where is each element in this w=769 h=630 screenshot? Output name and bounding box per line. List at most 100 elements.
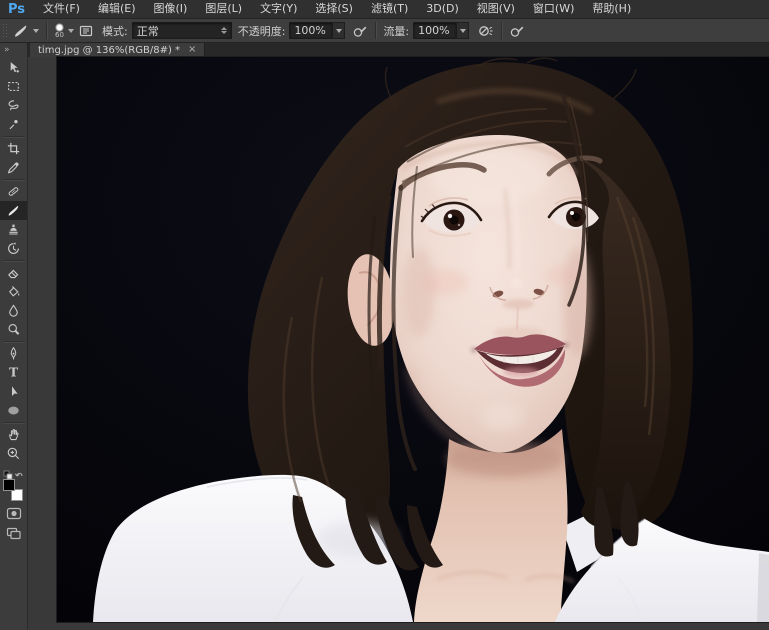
menu-item-0[interactable]: 文件(F) bbox=[34, 0, 89, 18]
dodge-tool[interactable] bbox=[0, 320, 27, 339]
chevron-down-icon bbox=[336, 29, 342, 33]
tool-group-divider bbox=[3, 260, 25, 261]
path-selection-tool[interactable] bbox=[0, 382, 27, 401]
tool-group-divider bbox=[3, 136, 25, 137]
default-colors-icon[interactable] bbox=[4, 471, 12, 479]
pressure-size-icon bbox=[509, 23, 525, 39]
foreground-color-chip[interactable] bbox=[3, 479, 15, 491]
screen-mode-button[interactable] bbox=[2, 525, 26, 541]
eraser-tool[interactable] bbox=[0, 263, 27, 282]
airbrush-icon bbox=[477, 23, 494, 39]
menu-bar: Ps 文件(F)编辑(E)图像(I)图层(L)文字(Y)选择(S)滤镜(T)3D… bbox=[0, 0, 769, 19]
tools-list: T bbox=[0, 58, 27, 463]
dodge-tool-icon bbox=[6, 322, 21, 337]
divider bbox=[501, 22, 502, 39]
menu-item-8[interactable]: 视图(V) bbox=[468, 0, 524, 18]
document-canvas[interactable] bbox=[57, 57, 769, 622]
spot-healing-brush-tool-icon bbox=[6, 184, 21, 199]
document-tab-title: timg.jpg @ 136%(RGB/8#) * bbox=[38, 45, 180, 56]
tool-group-divider bbox=[3, 179, 25, 180]
opacity-field[interactable]: 100% bbox=[289, 22, 333, 39]
blur-tool[interactable] bbox=[0, 301, 27, 320]
menu-item-3[interactable]: 图层(L) bbox=[196, 0, 251, 18]
flow-value: 100% bbox=[418, 24, 449, 37]
airbrush-button[interactable] bbox=[475, 20, 496, 42]
brush-preset-picker[interactable]: 60 bbox=[52, 20, 76, 42]
opacity-dropdown[interactable] bbox=[333, 22, 345, 39]
hand-tool[interactable] bbox=[0, 425, 27, 444]
divider bbox=[375, 22, 376, 39]
move-tool-icon bbox=[6, 60, 21, 75]
horizontal-type-tool[interactable]: T bbox=[0, 363, 27, 382]
spot-healing-brush-tool[interactable] bbox=[0, 182, 27, 201]
mode-label: 模式: bbox=[102, 23, 128, 39]
menu-item-1[interactable]: 编辑(E) bbox=[89, 0, 145, 18]
pressure-opacity-icon bbox=[352, 23, 368, 39]
tool-group-divider bbox=[3, 422, 25, 423]
history-brush-tool[interactable] bbox=[0, 239, 27, 258]
mode-value: 正常 bbox=[137, 23, 159, 39]
photoshop-window: Ps 文件(F)编辑(E)图像(I)图层(L)文字(Y)选择(S)滤镜(T)3D… bbox=[0, 0, 769, 630]
color-chips bbox=[3, 479, 25, 501]
menu-item-10[interactable]: 帮助(H) bbox=[583, 0, 640, 18]
tools-panel-collapse[interactable]: » bbox=[0, 43, 28, 57]
chevron-down-icon bbox=[68, 29, 74, 33]
flow-label: 流量: bbox=[383, 23, 409, 39]
paint-bucket-tool-icon bbox=[6, 284, 21, 299]
lasso-tool-icon bbox=[6, 98, 21, 113]
ellipse-shape-tool[interactable] bbox=[0, 401, 27, 420]
document-tab[interactable]: timg.jpg @ 136%(RGB/8#) * × bbox=[30, 43, 205, 57]
brush-tool-icon bbox=[6, 203, 21, 218]
brush-preset-thumbnail: 60 bbox=[54, 23, 65, 39]
menu-item-7[interactable]: 3D(D) bbox=[417, 0, 468, 18]
close-icon[interactable]: × bbox=[188, 45, 196, 55]
quick-mask-icon bbox=[6, 507, 22, 520]
paint-bucket-tool[interactable] bbox=[0, 282, 27, 301]
flow-field[interactable]: 100% bbox=[413, 22, 457, 39]
flow-dropdown[interactable] bbox=[457, 22, 469, 39]
horizontal-type-tool-icon: T bbox=[6, 365, 21, 380]
pressure-size-button[interactable] bbox=[507, 20, 527, 42]
quick-mask-button[interactable] bbox=[2, 505, 26, 521]
brush-tool-icon bbox=[12, 23, 30, 39]
hand-tool-icon bbox=[6, 427, 21, 442]
zoom-tool[interactable] bbox=[0, 444, 27, 463]
clone-stamp-tool-icon bbox=[6, 222, 21, 237]
brush-size-value: 60 bbox=[55, 32, 64, 39]
toggle-brush-panel-button[interactable] bbox=[76, 20, 96, 42]
menu-items: 文件(F)编辑(E)图像(I)图层(L)文字(Y)选择(S)滤镜(T)3D(D)… bbox=[34, 0, 640, 18]
menu-item-5[interactable]: 选择(S) bbox=[306, 0, 362, 18]
menu-item-6[interactable]: 滤镜(T) bbox=[362, 0, 417, 18]
crop-tool[interactable] bbox=[0, 139, 27, 158]
chevron-down-icon bbox=[460, 29, 466, 33]
magic-wand-tool[interactable] bbox=[0, 115, 27, 134]
clone-stamp-tool[interactable] bbox=[0, 220, 27, 239]
zoom-tool-icon bbox=[6, 446, 21, 461]
blur-tool-icon bbox=[6, 303, 21, 318]
pasteboard bbox=[28, 57, 769, 630]
swap-colors-icon[interactable] bbox=[15, 473, 22, 476]
eyedropper-tool[interactable] bbox=[0, 158, 27, 177]
workspace: T bbox=[0, 57, 769, 630]
tools-panel: T bbox=[0, 57, 28, 630]
divider bbox=[46, 22, 47, 39]
menu-item-2[interactable]: 图像(I) bbox=[145, 0, 197, 18]
options-bar: 60 模式: 正常 不透明度: 100% 流量: 100% bbox=[0, 19, 769, 43]
mode-select[interactable]: 正常 bbox=[132, 22, 232, 39]
screen-mode-icon bbox=[6, 527, 22, 540]
eraser-tool-icon bbox=[6, 265, 21, 280]
rectangular-marquee-tool[interactable] bbox=[0, 77, 27, 96]
lasso-tool[interactable] bbox=[0, 96, 27, 115]
pen-tool[interactable] bbox=[0, 344, 27, 363]
menu-item-4[interactable]: 文字(Y) bbox=[251, 0, 306, 18]
rectangular-marquee-tool-icon bbox=[6, 79, 21, 94]
panel-grip bbox=[2, 23, 7, 38]
move-tool[interactable] bbox=[0, 58, 27, 77]
portrait-photo bbox=[57, 57, 769, 622]
menu-item-9[interactable]: 窗口(W) bbox=[524, 0, 583, 18]
color-utils bbox=[2, 466, 26, 478]
pressure-opacity-button[interactable] bbox=[350, 20, 370, 42]
svg-text:T: T bbox=[9, 366, 18, 380]
tool-preset-button[interactable] bbox=[10, 20, 41, 42]
brush-tool[interactable] bbox=[0, 201, 27, 220]
